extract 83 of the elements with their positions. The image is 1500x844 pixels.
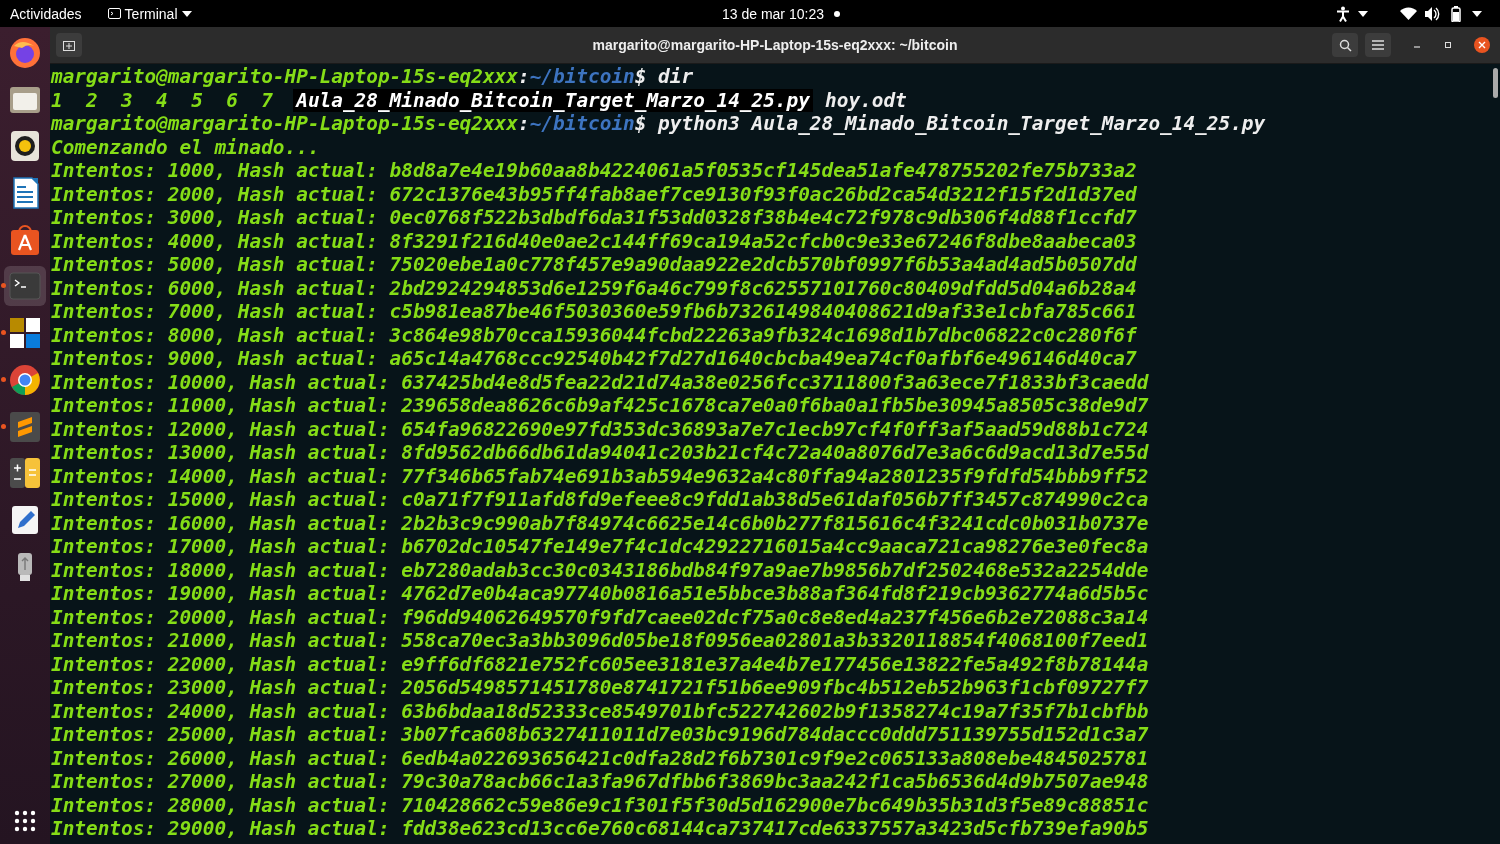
prompt-path: ~/bitcoin — [529, 112, 635, 135]
s-logo-icon — [8, 409, 42, 444]
search-icon — [1338, 38, 1352, 52]
caret-icon[interactable] — [1472, 10, 1482, 17]
search-button[interactable] — [1332, 33, 1358, 57]
window-title: margarito@margarito-HP-Laptop-15s-eq2xxx: ~/bitcoin — [592, 37, 958, 53]
output-line: Intentos: 10000, Hash actual: 637425bd4e8d5fea22d21d74a38e0256fcc3711800f3a63ece7f1833bf3caedd — [51, 370, 1149, 394]
output-line: Intentos: 26000, Hash actual: 6edb4a022693656421c0dfa28d2f6b7301c9f9e2c065133a808ebe4845025781 — [51, 746, 1149, 770]
caret-icon[interactable] — [1358, 10, 1368, 17]
output-line: Intentos: 15000, Hash actual: c0a71f7f911afd8fd9efeee8c9fdd1ab38d5e61daf056b7ff3457c874990c2ca — [51, 488, 1149, 511]
output-line: Intentos: 24000, Hash actual: 63b6bdaa18d52333ce8549701bfc522742602b9f1358274c19a7f35f7b1cbfbb — [51, 699, 1149, 723]
prompt-user-host: margarito@margarito-HP-Laptop-15s-eq2xxx — [51, 65, 518, 88]
output-line: Intentos: 21000, Hash actual: 558ca70ec3a3bb3096d05be18f0956ea02801a3b3320118854f4068100f7eed1 — [51, 629, 1149, 652]
file-entry: 5 — [191, 88, 203, 112]
output-line: Intentos: 22000, Hash actual: e9ff6df6821e752fc605ee3181e37a4e4b7e177456e13822fe5a492f8b78144a — [51, 652, 1149, 676]
output-line: Intentos: 8000, Hash actual: 3c864e98b70cca15936044fcbd22263a9fb324c1698d1b7dbc06822c0c280f6f — [51, 323, 1137, 347]
file-entry: 2 — [86, 88, 98, 112]
maximize-icon[interactable] — [1443, 40, 1453, 50]
file-entry: hoy.odt — [825, 88, 907, 112]
output-line: Intentos: 13000, Hash actual: 8fd9562db66db61da94041c203b21cf4c72a40a8076d7e3a6c6d9acd13d7e55d — [51, 441, 1149, 464]
file-entry: Aula_28_Minado_Bitcoin_Target_Marzo_14_25.py — [292, 88, 814, 112]
battery-icon[interactable] — [1448, 5, 1464, 22]
output-line: Intentos: 12000, Hash actual: 654fa96822690e97fd353dc36893a7e7c1ecb97cf4f0ff3af5aad59d88b1c724 — [51, 417, 1149, 441]
fox-browser-icon — [8, 36, 42, 70]
prompt-symbol: $ — [634, 65, 647, 88]
prompt-path: ~/bitcoin — [529, 65, 635, 88]
scrollbar-thumb[interactable] — [1493, 68, 1498, 98]
menu-icon — [1372, 40, 1384, 50]
output-line: Intentos: 11000, Hash actual: 239658dea8626c6b9af425c1678ca7e0a0f6ba0a1fb5be30945a8505c38de9d7 — [51, 394, 1149, 417]
volume-icon[interactable] — [1425, 6, 1440, 21]
output-line: Intentos: 19000, Hash actual: 4762d7e0b4aca97740b0816a51e5bbce3b88af364fd8f219cb9362774a6d5b5c — [51, 582, 1149, 605]
terminal-icon — [107, 8, 121, 19]
command-text: python3 Aula_28_Minado_Bitcoin_Target_Marzo_14_25.py — [658, 112, 1266, 135]
tiles-icon — [8, 316, 42, 351]
calculator-icon — [8, 456, 42, 491]
clock[interactable]: 13 de mar 10:23 — [722, 5, 824, 22]
output-line: Intentos: 6000, Hash actual: 2bd2924294853d6e1259f6a46c799f8c62557101760c80409dfdd5d04a6b28a4 — [51, 276, 1137, 300]
command-text: dir — [658, 65, 694, 88]
running-indicator-icon — [1, 423, 6, 429]
speaker-icon — [8, 129, 42, 164]
app-menu[interactable]: Terminal — [107, 5, 192, 22]
output-line: Intentos: 9000, Hash actual: a65c14a4768ccc92540b42f7d27d1640cbcba49ea74cf0afbf6e496146d40ca7 — [51, 347, 1137, 370]
circle-browser-icon — [8, 362, 42, 397]
output-line: Intentos: 2000, Hash actual: 672c1376e43b95ff4fab8aef7ce9130f93f0ac26bd2ca54d3212f15f2d1d37ed — [51, 182, 1137, 206]
output-line: Intentos: 18000, Hash actual: eb7280adab3cc30c0343186bdb84f97a9ae7b9856b7df2502468e532a2254dde — [51, 558, 1149, 582]
prompt-user-host: margarito@margarito-HP-Laptop-15s-eq2xxx — [51, 112, 518, 135]
file-entry: 7 — [261, 88, 273, 112]
file-entry: 3 — [121, 88, 133, 112]
output-line: Intentos: 23000, Hash actual: 2056d5498571451780e8741721f51b6ee909fbc4b512eb52b963f1cbf09727f7 — [51, 676, 1149, 699]
file-entry: 6 — [226, 88, 238, 112]
app-grid-icon[interactable] — [14, 810, 36, 832]
file-entry: 4 — [156, 88, 168, 112]
prompt-symbol: $ — [634, 112, 647, 135]
output-line: Intentos: 28000, Hash actual: 710428662c59e86e9c1f301f5f30d5d162900e7bc649b35b31d3f5e89c88851c — [51, 793, 1149, 817]
running-indicator-icon — [1, 330, 6, 336]
activities-button[interactable]: Actividades — [10, 5, 82, 22]
output-line: Intentos: 16000, Hash actual: 2b2b3c9c990ab7f84974c6625e14c6b0b277f815616c4f3241cdc0b031b0737e — [51, 511, 1149, 535]
close-icon[interactable] — [1474, 37, 1490, 53]
wifi-icon[interactable] — [1400, 7, 1417, 20]
shopping-bag-icon — [8, 222, 42, 257]
output-line: Intentos: 5000, Hash actual: 75020ebe1a0c778f457e9a90daa922e2dcb570bf0997f6b53a4ad4ad5b0507dd — [51, 253, 1137, 276]
output-line: Intentos: 4000, Hash actual: 8f3291f216d40e0ae2c144ff69ca194a52cfcb0c9e33e67246f8dbe8aabeca03 — [51, 229, 1137, 253]
output-line: Intentos: 17000, Hash actual: b6702dc10547fe149e7f4c1dc42922716015a4cc9aaca721ca98276e3e0fec8a — [51, 535, 1149, 558]
output-line: Intentos: 14000, Hash actual: 77f346b65fab74e691b3ab594e9632a4c80ffa94a2801235f9fdfd54bbb9ff52 — [51, 464, 1149, 488]
caret-icon — [181, 10, 192, 17]
new-tab-button[interactable] — [56, 33, 82, 57]
output-line: Intentos: 27000, Hash actual: 79c30a78acb66c1a3fa967dfbb6f3869bc3aa242f1ca5b6536d4d9b7507ae948 — [51, 770, 1149, 793]
file-entry: 1 — [51, 88, 63, 112]
output-line: Intentos: 25000, Hash actual: 3b07fca608b6327411011d7e03bc9196d784daccc0ddd751139755d152d1c3a7 — [51, 723, 1149, 746]
prompt-separator: : — [517, 112, 530, 135]
output-line: Intentos: 7000, Hash actual: c5b981ea87be46f5030360e59fb6b7326149840408621d9af33e1cbfa785c661 — [51, 300, 1137, 323]
new-tab-icon — [63, 39, 75, 51]
output-line: Intentos: 29000, Hash actual: fdd38e623cd13cc6e760c68144ca737417cde6337557a3423d5cfb739efa90b5 — [51, 817, 1149, 840]
output-line: Intentos: 20000, Hash actual: f96dd94062649570f9fd7caee02dcf75a0c8e8ed4a237f456e6b2e72088c3a14 — [51, 605, 1149, 629]
output-line: Intentos: 3000, Hash actual: 0ec0768f522b3dbdf6da31f53dd0328f38b4e4c72f978c9db306f4d88f1ccfd7 — [51, 206, 1137, 229]
running-indicator-icon — [1, 376, 6, 382]
notification-dot-icon — [833, 10, 840, 17]
accessibility-icon[interactable] — [1336, 5, 1350, 22]
output-line: Intentos: 1000, Hash actual: b8d8a7e4e19b60aa8b4224061a5f0535cf145dea51afe478755202fe75b733a2 — [51, 159, 1137, 182]
output-line: Comenzando el minado... — [51, 135, 320, 159]
menu-button[interactable] — [1365, 33, 1391, 57]
prompt-separator: : — [517, 65, 530, 88]
running-indicator-icon — [1, 283, 6, 289]
